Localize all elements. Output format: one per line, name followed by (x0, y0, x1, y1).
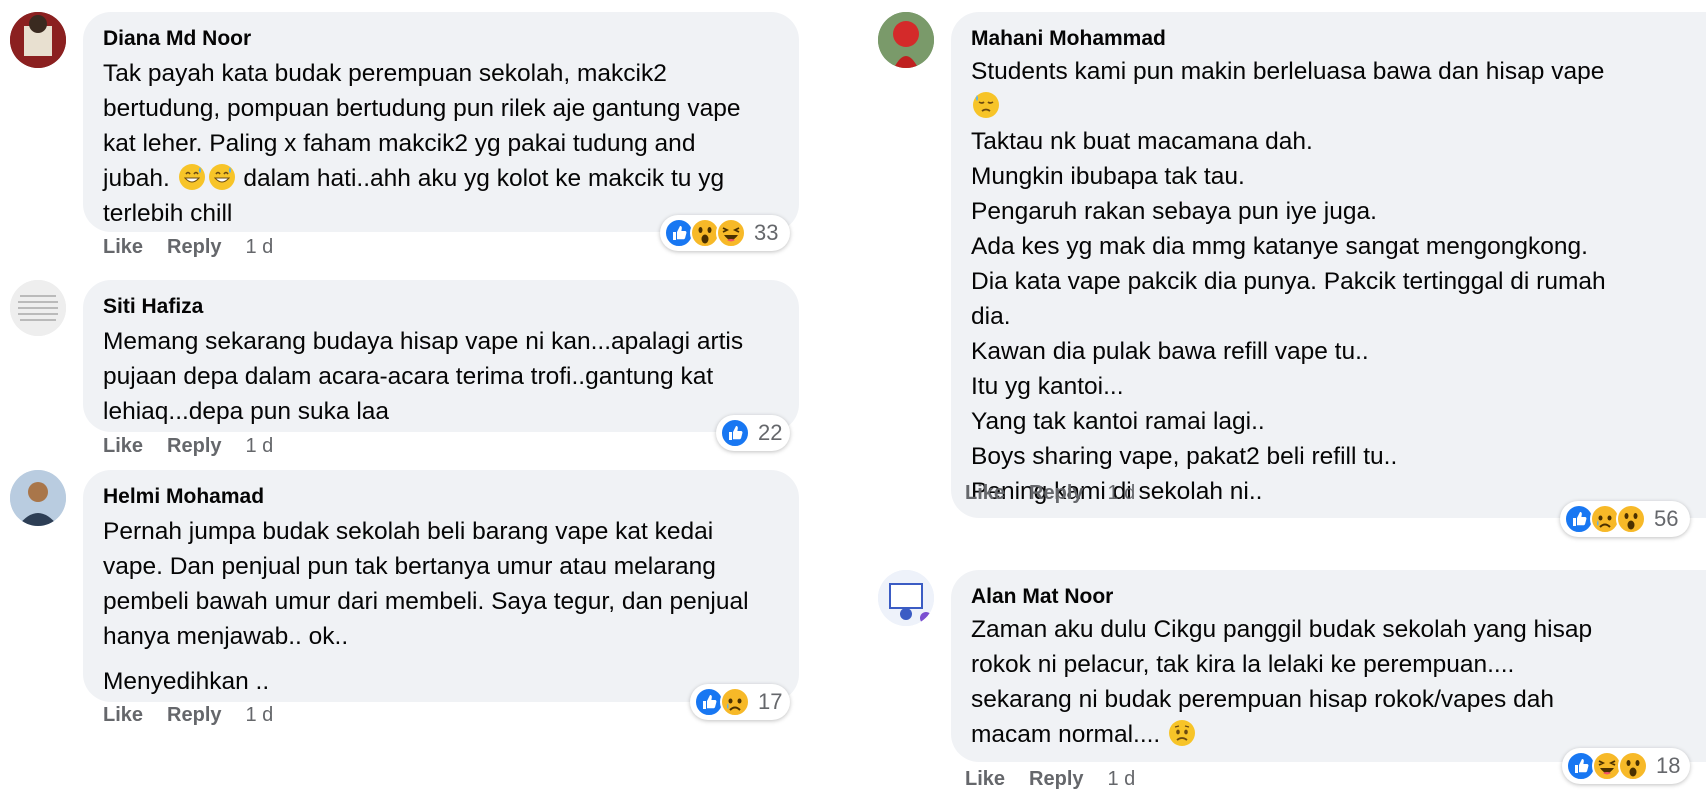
comment-line: Students kami pun makin berleluasa bawa … (971, 58, 1605, 85)
reactions-summary[interactable]: 33 (660, 215, 790, 251)
comment-actions: Like Reply 1 d (103, 236, 297, 259)
comment-author[interactable]: Helmi Mohamad (103, 484, 779, 510)
grin-sweat-emoji-icon (208, 163, 236, 191)
haha-reaction-icon (716, 218, 746, 248)
reaction-count: 17 (758, 689, 783, 714)
comment-line: Dia kata vape pakcik dia punya. Pakcik t… (971, 268, 1606, 295)
comment-author[interactable]: Alan Mat Noor (971, 584, 1706, 610)
reaction-count: 18 (1656, 753, 1681, 778)
worried-face-emoji-icon (1168, 719, 1196, 747)
avatar[interactable] (10, 470, 66, 526)
comment-actions: Like Reply 1 d (965, 768, 1159, 791)
comment-author[interactable]: Diana Md Noor (103, 26, 779, 52)
timestamp[interactable]: 1 d (1108, 482, 1136, 504)
comment-line: Kawan dia pulak bawa refill vape tu.. (971, 338, 1369, 365)
comment-line: Ada kes yg mak dia mmg katanye sangat me… (971, 233, 1588, 260)
comment-line: bertudung, pompuan bertudung pun rilek a… (103, 95, 741, 122)
like-reaction-icon (720, 418, 750, 448)
comment-author[interactable]: Siti Hafiza (103, 294, 779, 320)
comment-line (971, 89, 1706, 124)
timestamp[interactable]: 1 d (246, 704, 274, 726)
comment-bubble: Siti Hafiza Memang sekarang budaya hisap… (83, 280, 799, 432)
comment-actions: Like Reply 1 d (103, 704, 297, 727)
reply-link[interactable]: Reply (167, 236, 221, 258)
like-link[interactable]: Like (965, 482, 1005, 504)
comment-line: Menyedihkan .. (103, 668, 270, 695)
comment-text-part: macam normal.... (971, 721, 1161, 748)
comment-author[interactable]: Mahani Mohammad (971, 26, 1706, 52)
reactions-summary[interactable]: 18 (1562, 748, 1690, 784)
comment-line: Zaman aku dulu Cikgu panggil budak sekol… (971, 616, 1593, 643)
comment-line: rokok ni pelacur, tak kira la lelaki ke … (971, 651, 1515, 678)
downcast-sweat-emoji-icon (972, 91, 1000, 119)
comment-line: Pernah jumpa budak sekolah beli barang v… (103, 518, 714, 545)
reactions-summary[interactable]: 56 (1560, 501, 1690, 537)
comment-line: jubah. dalam hati..ahh aku yg kolot ke m… (103, 161, 779, 196)
like-link[interactable]: Like (965, 768, 1005, 790)
comment-line: vape. Dan penjual pun tak bertanya umur … (103, 553, 716, 580)
avatar[interactable] (10, 280, 66, 336)
comment-line: Boys sharing vape, pakat2 beli refill tu… (971, 443, 1398, 470)
sad-reaction-icon (720, 687, 750, 717)
comment-text-part: jubah. (103, 165, 170, 192)
comment-line: Tak payah kata budak perempuan sekolah, … (103, 60, 667, 87)
timestamp[interactable]: 1 d (1108, 768, 1136, 790)
like-link[interactable]: Like (103, 704, 143, 726)
comment-text-part: dalam hati..ahh aku yg kolot ke makcik t… (243, 165, 725, 192)
wow-reaction-icon (1616, 504, 1646, 534)
comment-bubble: Alan Mat Noor Zaman aku dulu Cikgu pangg… (951, 570, 1706, 762)
reply-link[interactable]: Reply (1029, 482, 1083, 504)
avatar[interactable] (878, 570, 934, 626)
comment-line: kat leher. Paling x faham makcik2 yg pak… (103, 130, 696, 157)
comment-text: Memang sekarang budaya hisap vape ni kan… (103, 324, 779, 429)
like-link[interactable]: Like (103, 236, 143, 258)
comment-bubble: Mahani Mohammad Students kami pun makin … (951, 12, 1706, 518)
reaction-count: 33 (754, 220, 779, 245)
timestamp[interactable]: 1 d (246, 435, 274, 457)
comment-line: pembeli bawah umur dari membeli. Saya te… (103, 588, 749, 615)
comment-line: pujaan depa dalam acara-acara terima tro… (103, 363, 714, 390)
comment-line: hanya menjawab.. ok.. (103, 623, 349, 650)
comment-line: Pengaruh rakan sebaya pun iye juga. (971, 198, 1377, 225)
comment-line: Taktau nk buat macamana dah. (971, 128, 1313, 155)
comment-text: Pernah jumpa budak sekolah beli barang v… (103, 514, 779, 699)
comment-line: dia. (971, 303, 1011, 330)
avatar[interactable] (878, 12, 934, 68)
timestamp[interactable]: 1 d (246, 236, 274, 258)
grin-sweat-emoji-icon (178, 163, 206, 191)
wow-reaction-icon (1618, 751, 1648, 781)
reply-link[interactable]: Reply (1029, 768, 1083, 790)
comment-line: macam normal.... (971, 717, 1706, 752)
comment-line: Memang sekarang budaya hisap vape ni kan… (103, 328, 744, 355)
comment-line: Mungkin ibubapa tak tau. (971, 163, 1245, 190)
comment-actions: Like Reply 1 d (965, 482, 1159, 505)
avatar[interactable] (10, 12, 66, 68)
comment-line: Itu yg kantoi... (971, 373, 1124, 400)
comment-actions: Like Reply 1 d (103, 435, 297, 458)
reactions-summary[interactable]: 17 (690, 684, 790, 720)
reply-link[interactable]: Reply (167, 704, 221, 726)
reaction-count: 22 (758, 420, 783, 445)
reactions-summary[interactable]: 22 (716, 415, 790, 451)
comment-text: Tak payah kata budak perempuan sekolah, … (103, 56, 779, 231)
comment-line: lehiaq...depa pun suka laa (103, 398, 390, 425)
comment-line: Yang tak kantoi ramai lagi.. (971, 408, 1265, 435)
comment-line: sekarang ni budak perempuan hisap rokok/… (971, 686, 1554, 713)
comment-text: Students kami pun makin berleluasa bawa … (971, 54, 1706, 509)
comment-bubble: Helmi Mohamad Pernah jumpa budak sekolah… (83, 470, 799, 702)
comment-text: Zaman aku dulu Cikgu panggil budak sekol… (971, 612, 1706, 752)
reaction-count: 56 (1654, 506, 1679, 531)
like-link[interactable]: Like (103, 435, 143, 457)
reply-link[interactable]: Reply (167, 435, 221, 457)
comment-bubble: Diana Md Noor Tak payah kata budak perem… (83, 12, 799, 232)
